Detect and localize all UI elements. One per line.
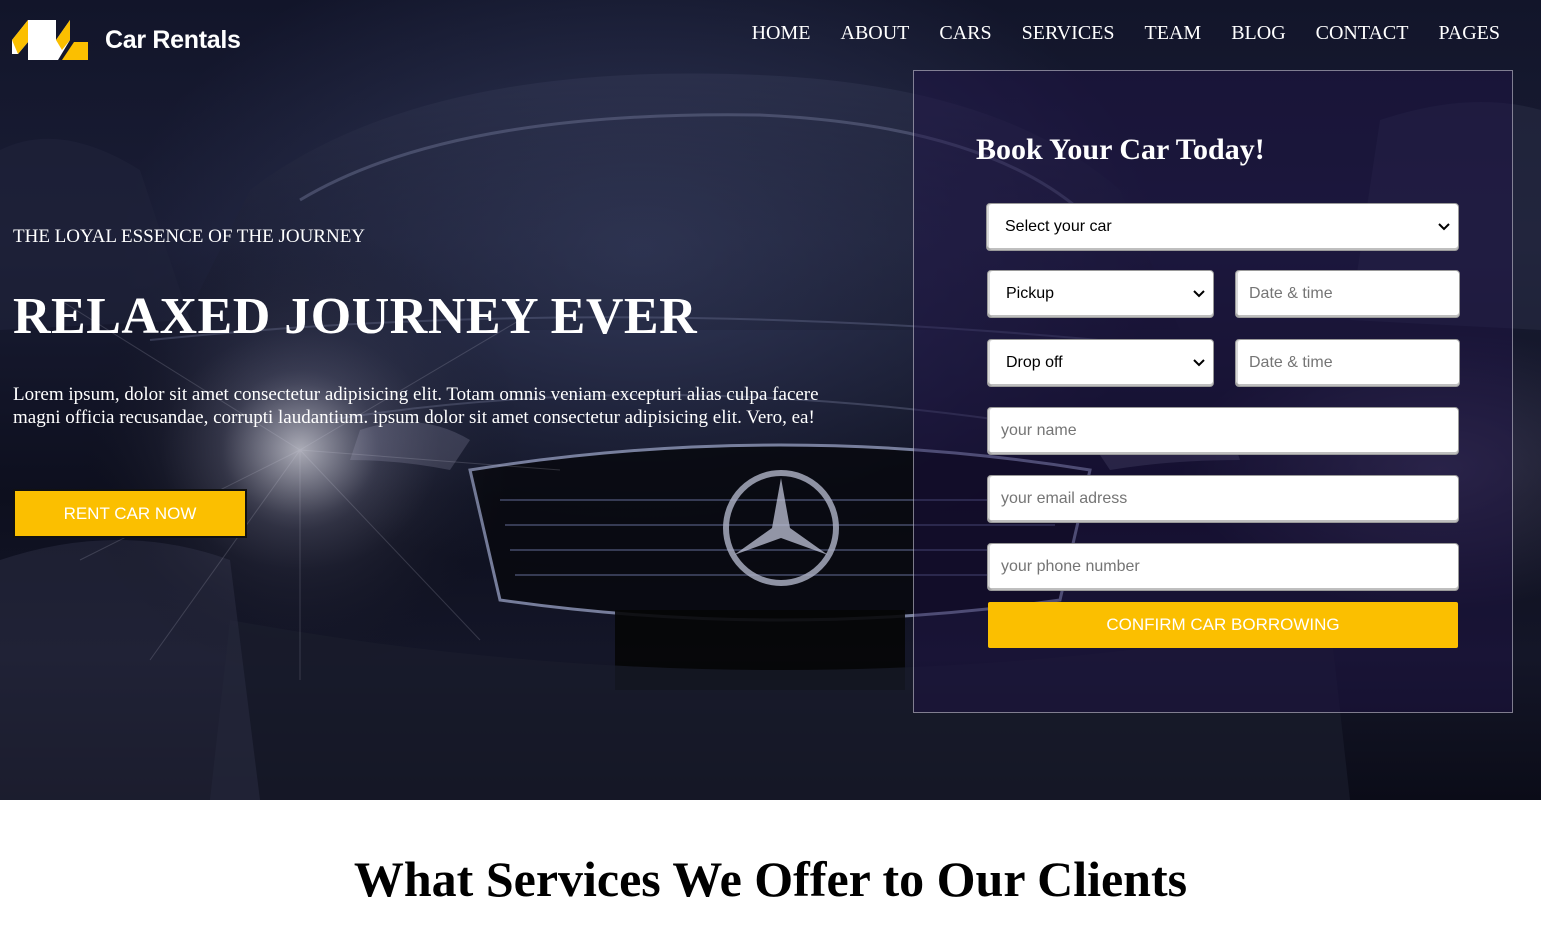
brand-logo[interactable]: Car Rentals — [12, 20, 241, 60]
nav-link-cars[interactable]: CARS — [939, 21, 991, 45]
services-section-title: What Services We Offer to Our Clients — [353, 851, 1188, 907]
pickup-datetime-placeholder: Date & time — [1249, 285, 1333, 302]
nav-link-home[interactable]: HOME — [752, 21, 811, 45]
nav-link-services[interactable]: SERVICES — [1022, 21, 1115, 45]
booking-form-title: Book Your Car Today! — [976, 133, 1265, 166]
nav-link-blog[interactable]: BLOG — [1231, 21, 1285, 45]
logo-text: Car Rentals — [105, 25, 241, 54]
hero-tagline: THE LOYAL ESSENCE OF THE JOURNEY — [13, 226, 366, 247]
phone-input[interactable]: your phone number — [987, 543, 1459, 591]
dropoff-datetime-input[interactable]: Date & time — [1235, 339, 1460, 387]
pickup-datetime-input[interactable]: Date & time — [1235, 270, 1460, 318]
hero-section: Car Rentals HOME ABOUT CARS SERVICES TEA… — [0, 0, 1541, 800]
main-nav: HOME ABOUT CARS SERVICES TEAM BLOG CONTA… — [722, 21, 1500, 45]
dropoff-select-value: Drop off — [1006, 354, 1063, 371]
phone-input-placeholder: your phone number — [1001, 558, 1140, 575]
chevron-down-icon — [1193, 290, 1205, 298]
name-input-placeholder: your name — [1001, 422, 1077, 439]
dropoff-location-select[interactable]: Drop off — [987, 339, 1214, 387]
nav-link-team[interactable]: TEAM — [1145, 21, 1202, 45]
hero-intro-text: Lorem ipsum, dolor sit amet consectetur … — [13, 384, 819, 428]
nav-link-contact[interactable]: CONTACT — [1316, 21, 1409, 45]
chevron-down-icon — [1438, 223, 1450, 231]
rent-car-now-button[interactable]: RENT CAR NOW — [13, 489, 247, 538]
car-select-value: Select your car — [1005, 218, 1112, 235]
car-select[interactable]: Select your car — [986, 203, 1459, 251]
dropoff-datetime-placeholder: Date & time — [1249, 354, 1333, 371]
pickup-select-value: Pickup — [1006, 285, 1055, 302]
nav-link-pages[interactable]: PAGES — [1438, 21, 1500, 45]
hero-headline: RELAXED JOURNEY EVER — [13, 288, 698, 345]
nav-link-about[interactable]: ABOUT — [841, 21, 910, 45]
confirm-car-borrowing-button[interactable]: CONFIRM CAR BORROWING — [988, 602, 1458, 648]
email-input-placeholder: your email adress — [1001, 490, 1128, 507]
logo-icon — [12, 20, 88, 60]
booking-form: Book Your Car Today! Select your car Pic… — [913, 70, 1513, 713]
email-input[interactable]: your email adress — [987, 475, 1459, 523]
name-input[interactable]: your name — [987, 407, 1459, 455]
pickup-location-select[interactable]: Pickup — [987, 270, 1214, 318]
chevron-down-icon — [1193, 359, 1205, 367]
